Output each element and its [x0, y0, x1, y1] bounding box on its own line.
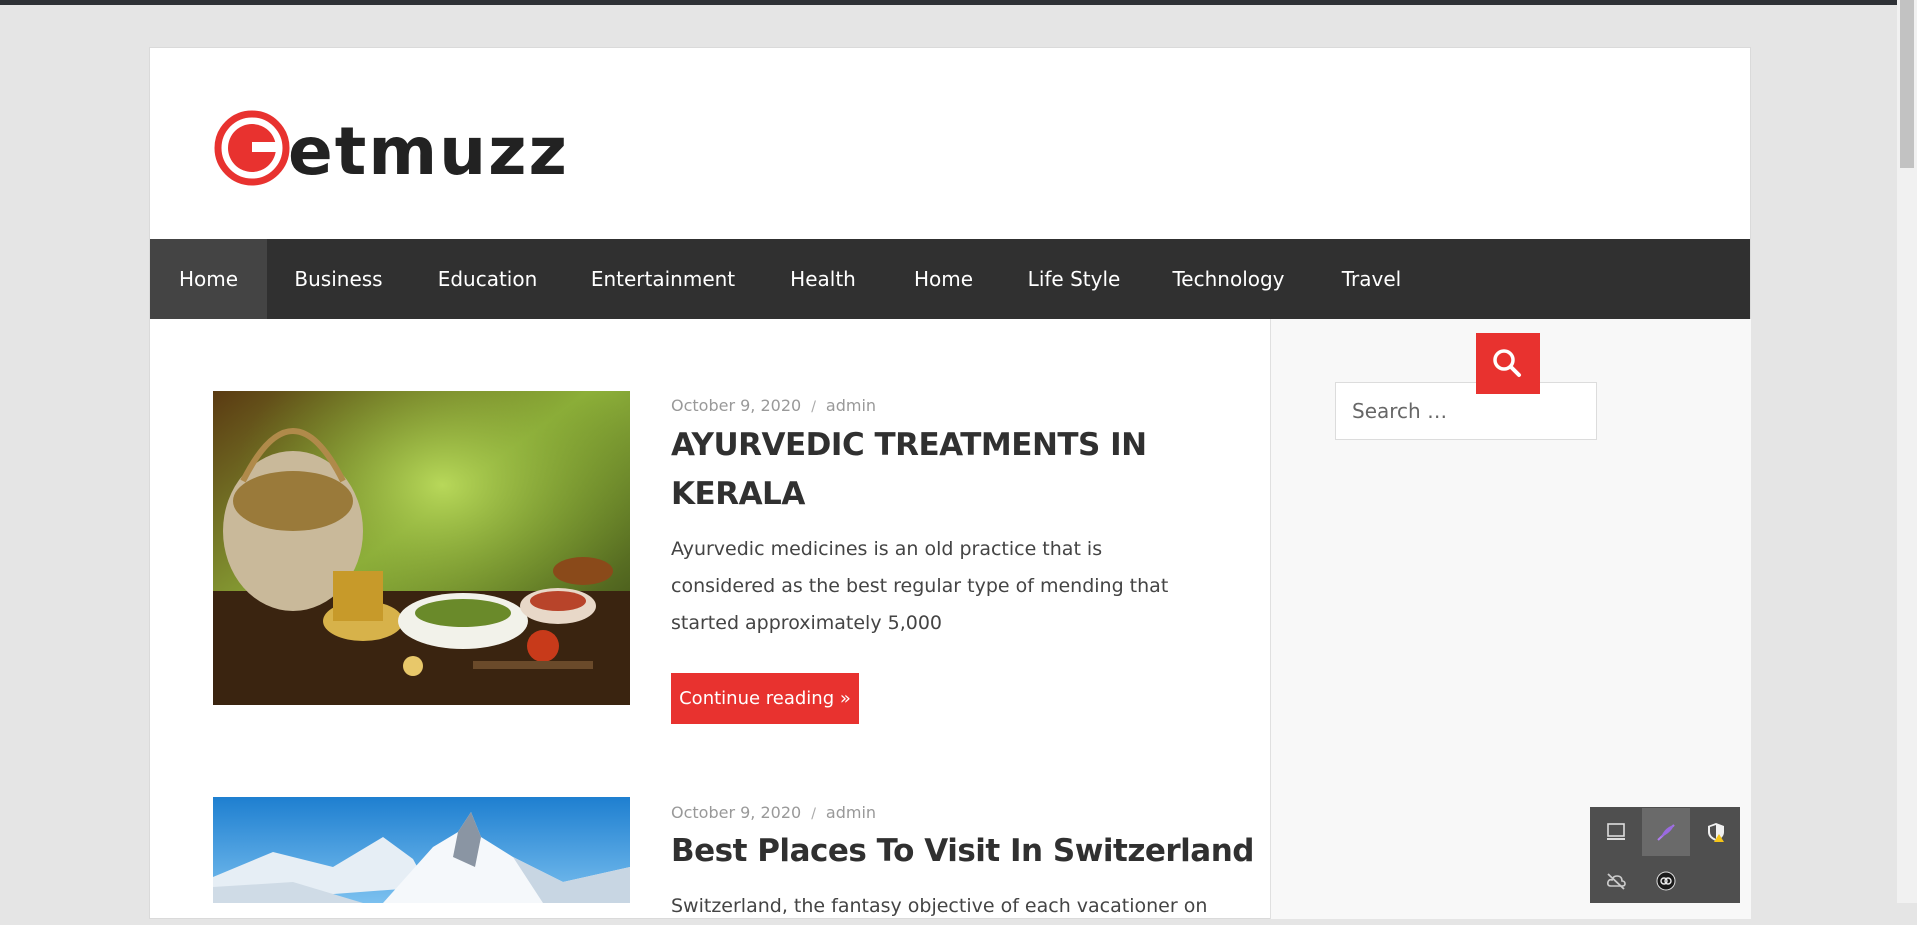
- system-tray-flyout: [1590, 807, 1740, 903]
- meta-separator: /: [811, 806, 816, 822]
- continue-reading-button[interactable]: Continue reading »: [671, 673, 859, 724]
- post-thumbnail-switzerland[interactable]: [213, 797, 630, 903]
- nav-item-education[interactable]: Education: [410, 239, 565, 319]
- post-author[interactable]: admin: [826, 803, 876, 822]
- feather-icon[interactable]: [1642, 808, 1690, 856]
- post-excerpt: Ayurvedic medicines is an old practice t…: [671, 538, 1169, 634]
- nav-item-business[interactable]: Business: [267, 239, 410, 319]
- site-logo[interactable]: etmuzz: [212, 108, 592, 188]
- nav-item-life-style[interactable]: Life Style: [1002, 239, 1146, 319]
- post-thumbnail-ayurveda[interactable]: [213, 391, 630, 705]
- search-button[interactable]: [1476, 333, 1540, 394]
- nav-item-entertainment[interactable]: Entertainment: [565, 239, 761, 319]
- post-meta: October 9, 2020 / admin: [671, 396, 876, 415]
- post-excerpt: Switzerland, the fantasy objective of ea…: [671, 895, 1208, 917]
- search-input[interactable]: [1335, 382, 1597, 440]
- post-title[interactable]: Best Places To Visit In Switzerland: [671, 827, 1271, 876]
- post-title[interactable]: AYURVEDIC TREATMENTS IN KERALA: [671, 421, 1231, 519]
- app-badge-icon[interactable]: [1642, 857, 1690, 905]
- post-date[interactable]: October 9, 2020: [671, 396, 801, 415]
- post-author[interactable]: admin: [826, 396, 876, 415]
- site-header: etmuzz: [150, 48, 1750, 239]
- scrollbar-thumb[interactable]: [1900, 0, 1914, 168]
- post-meta: October 9, 2020 / admin: [671, 803, 876, 822]
- cloud-off-icon[interactable]: [1592, 857, 1640, 905]
- nav-item-technology[interactable]: Technology: [1146, 239, 1311, 319]
- browser-top-bar: [0, 0, 1917, 5]
- nav-item-health[interactable]: Health: [761, 239, 885, 319]
- post-date[interactable]: October 9, 2020: [671, 803, 801, 822]
- main-navigation: Home Business Education Entertainment He…: [150, 239, 1750, 319]
- nav-item-home-2[interactable]: Home: [885, 239, 1002, 319]
- screen-icon[interactable]: [1592, 808, 1640, 856]
- search-icon: [1493, 349, 1521, 377]
- nav-item-travel[interactable]: Travel: [1311, 239, 1432, 319]
- nav-item-home[interactable]: Home: [150, 239, 267, 319]
- shield-warning-icon[interactable]: [1692, 808, 1740, 856]
- meta-separator: /: [811, 399, 816, 415]
- svg-text:etmuzz: etmuzz: [288, 113, 569, 188]
